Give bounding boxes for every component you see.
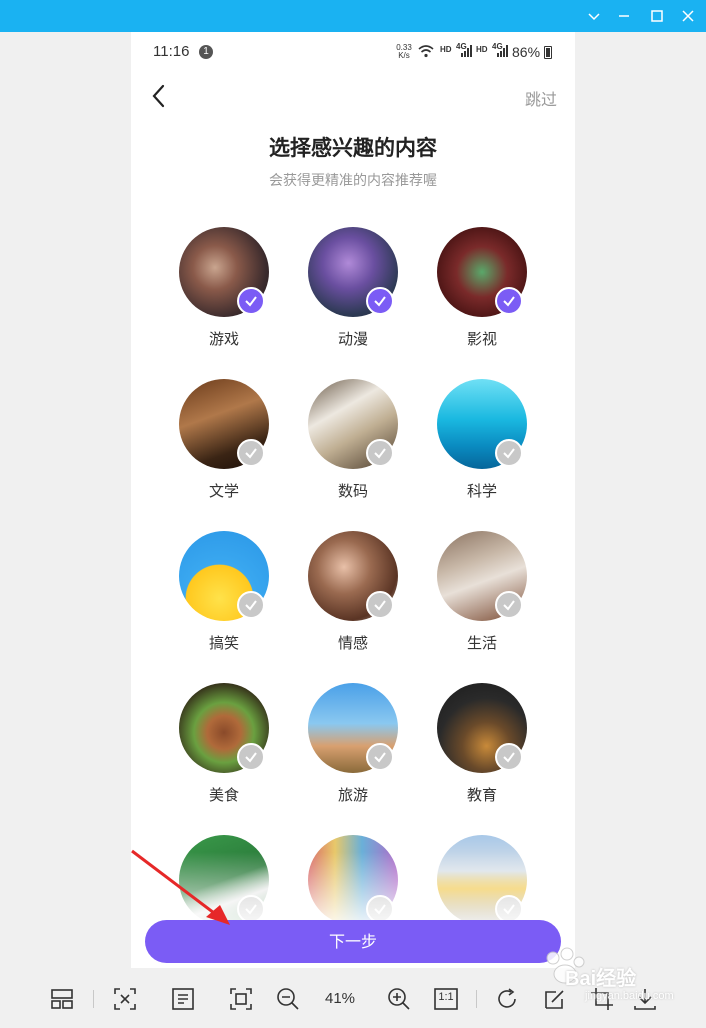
network-speed-unit: K/s: [398, 51, 410, 60]
page-subtitle: 会获得更精准的内容推荐喔: [269, 173, 437, 189]
back-arrow-icon[interactable]: [149, 82, 171, 110]
category-tile-funny[interactable]: 搞笑: [167, 531, 281, 656]
actual-size-button[interactable]: 1:1: [433, 986, 459, 1012]
category-tile-science[interactable]: 科学: [425, 379, 539, 504]
checkmark-icon: [237, 895, 265, 923]
category-label: 影视: [466, 330, 497, 348]
category-tile-life[interactable]: 生活: [425, 531, 539, 656]
category-tile-emotion[interactable]: 情感: [296, 531, 410, 656]
category-label: 科学: [466, 482, 497, 500]
category-tile-literature[interactable]: 文学: [167, 379, 281, 504]
watermark-subtext: jingyan.baidu.com: [585, 990, 674, 1002]
zoom-out-icon[interactable]: [275, 986, 301, 1012]
toolbar-divider: [476, 990, 477, 1008]
checkmark-icon: [495, 743, 523, 771]
fullscreen-icon[interactable]: [228, 986, 254, 1012]
category-tile-anime[interactable]: 动漫: [296, 227, 410, 352]
category-tile-digital[interactable]: 数码: [296, 379, 410, 504]
category-tile-travel[interactable]: 旅游: [296, 683, 410, 808]
checkmark-icon: [495, 439, 523, 467]
checkmark-icon: [366, 287, 394, 315]
checkmark-icon: [366, 591, 394, 619]
zoom-in-icon[interactable]: [386, 986, 412, 1012]
signal-bars-icon: [461, 45, 472, 57]
minimize-icon[interactable]: [614, 6, 634, 26]
category-label: 生活: [466, 634, 497, 652]
rotate-icon[interactable]: [494, 986, 520, 1012]
checkmark-icon: [237, 591, 265, 619]
hd-label-2: HD: [476, 45, 488, 54]
skip-button[interactable]: 跳过: [525, 86, 557, 110]
hd-label-1: HD: [440, 45, 452, 54]
thumbnail-view-icon[interactable]: [49, 986, 75, 1012]
toolbar-divider: [93, 990, 94, 1008]
category-tile-education[interactable]: 教育: [425, 683, 539, 808]
checkmark-icon: [366, 895, 394, 923]
category-label: 动漫: [337, 330, 368, 348]
actual-size-label: 1:1: [438, 991, 454, 1003]
maximize-icon[interactable]: [647, 6, 667, 26]
category-label: 美食: [208, 786, 239, 804]
annotation-arrow-icon: [131, 849, 230, 925]
category-label: 数码: [337, 482, 368, 500]
battery-icon: [544, 46, 552, 59]
watermark-text: Bai经验: [565, 968, 637, 990]
checkmark-icon: [366, 743, 394, 771]
phone-screen: 11:16 1 0.33 K/s HD 4G HD 4G 86% 跳过 选择感兴趣…: [131, 32, 575, 968]
fit-screen-icon[interactable]: [112, 986, 138, 1012]
window-titlebar: [0, 0, 706, 32]
category-label: 游戏: [208, 330, 239, 348]
battery-percent: 86%: [512, 44, 541, 60]
category-label: 教育: [466, 786, 497, 804]
checkmark-icon: [237, 743, 265, 771]
checkmark-icon: [366, 439, 394, 467]
network-speed: 0.33 K/s: [395, 44, 413, 60]
checkmark-icon: [237, 439, 265, 467]
checkmark-icon: [495, 895, 523, 923]
zoom-level: 41%: [325, 990, 356, 1007]
category-label: 文学: [208, 482, 239, 500]
checkmark-icon: [237, 287, 265, 315]
ocr-icon[interactable]: [170, 986, 196, 1012]
category-label: 搞笑: [208, 634, 239, 652]
checkmark-icon: [495, 287, 523, 315]
close-icon[interactable]: [678, 6, 698, 26]
status-time: 11:16: [153, 43, 190, 60]
category-label: 情感: [337, 634, 368, 652]
signal-bars-icon-2: [497, 45, 508, 57]
chevron-down-icon[interactable]: [584, 6, 604, 26]
category-tile-food[interactable]: 美食: [167, 683, 281, 808]
category-tile-film[interactable]: 影视: [425, 227, 539, 352]
category-tile-games[interactable]: 游戏: [167, 227, 281, 352]
status-bar: 11:16 1 0.33 K/s HD 4G HD 4G 86%: [131, 32, 575, 72]
checkmark-icon: [495, 591, 523, 619]
page-title: 选择感兴趣的内容: [269, 136, 437, 160]
wifi-icon: [418, 45, 434, 58]
nav-bar: 跳过: [131, 72, 575, 122]
category-label: 旅游: [337, 786, 368, 804]
notification-badge: 1: [199, 45, 213, 59]
